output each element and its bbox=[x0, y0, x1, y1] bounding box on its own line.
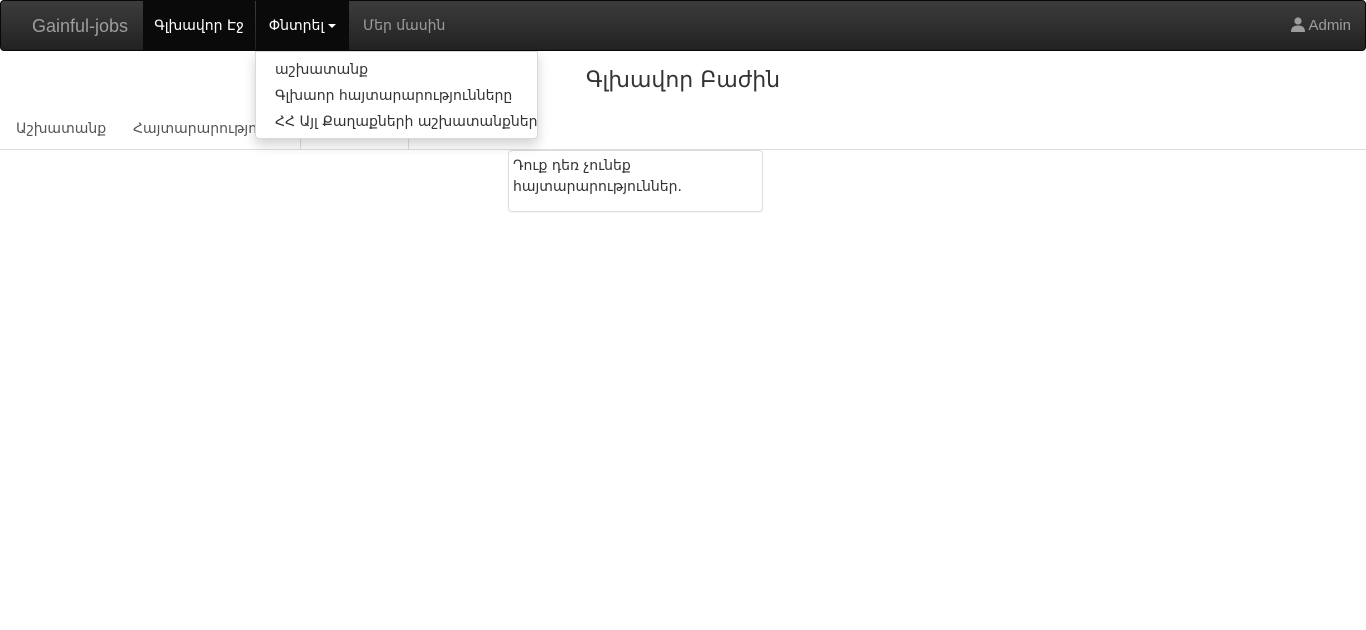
dropdown-item-jobs[interactable]: աշխատանք bbox=[256, 57, 537, 83]
page-title-text: Գլխավոր Բաժին bbox=[585, 68, 781, 93]
page-title: Գլխավոր Բաժին bbox=[0, 68, 1366, 93]
dropdown-item-other-cities-jobs[interactable]: ՀՀ Այլ Քաղաքների աշխատանքները bbox=[256, 109, 537, 135]
search-dropdown-menu: աշխատանք Գլխաոր հայտարարությունները ՀՀ Ա… bbox=[255, 51, 538, 139]
user-icon bbox=[1291, 3, 1306, 53]
top-navbar: Gainful-jobs Գլխավոր Էջ Փնտրել Մեր մասին… bbox=[0, 0, 1366, 51]
user-name: Admin bbox=[1308, 17, 1351, 34]
nav-home[interactable]: Գլխավոր Էջ bbox=[143, 1, 255, 51]
nav-search-dropdown[interactable]: Փնտրել bbox=[256, 1, 349, 51]
nav-search-label: Փնտրել bbox=[268, 18, 325, 34]
nav-about[interactable]: Մեր մասին bbox=[349, 1, 459, 51]
brand-link[interactable]: Gainful-jobs bbox=[17, 1, 143, 51]
dropdown-item-main-announcements[interactable]: Գլխաոր հայտարարությունները bbox=[256, 83, 537, 109]
caret-down-icon bbox=[328, 24, 337, 28]
user-menu[interactable]: Admin bbox=[1277, 1, 1365, 51]
empty-notice: Դուք դեռ չունեք հայտարարություններ. bbox=[508, 150, 763, 212]
content-tabs: Աշխատանք Հայտարարություններ bbox=[0, 109, 1366, 150]
tab-jobs[interactable]: Աշխատանք bbox=[0, 109, 122, 150]
